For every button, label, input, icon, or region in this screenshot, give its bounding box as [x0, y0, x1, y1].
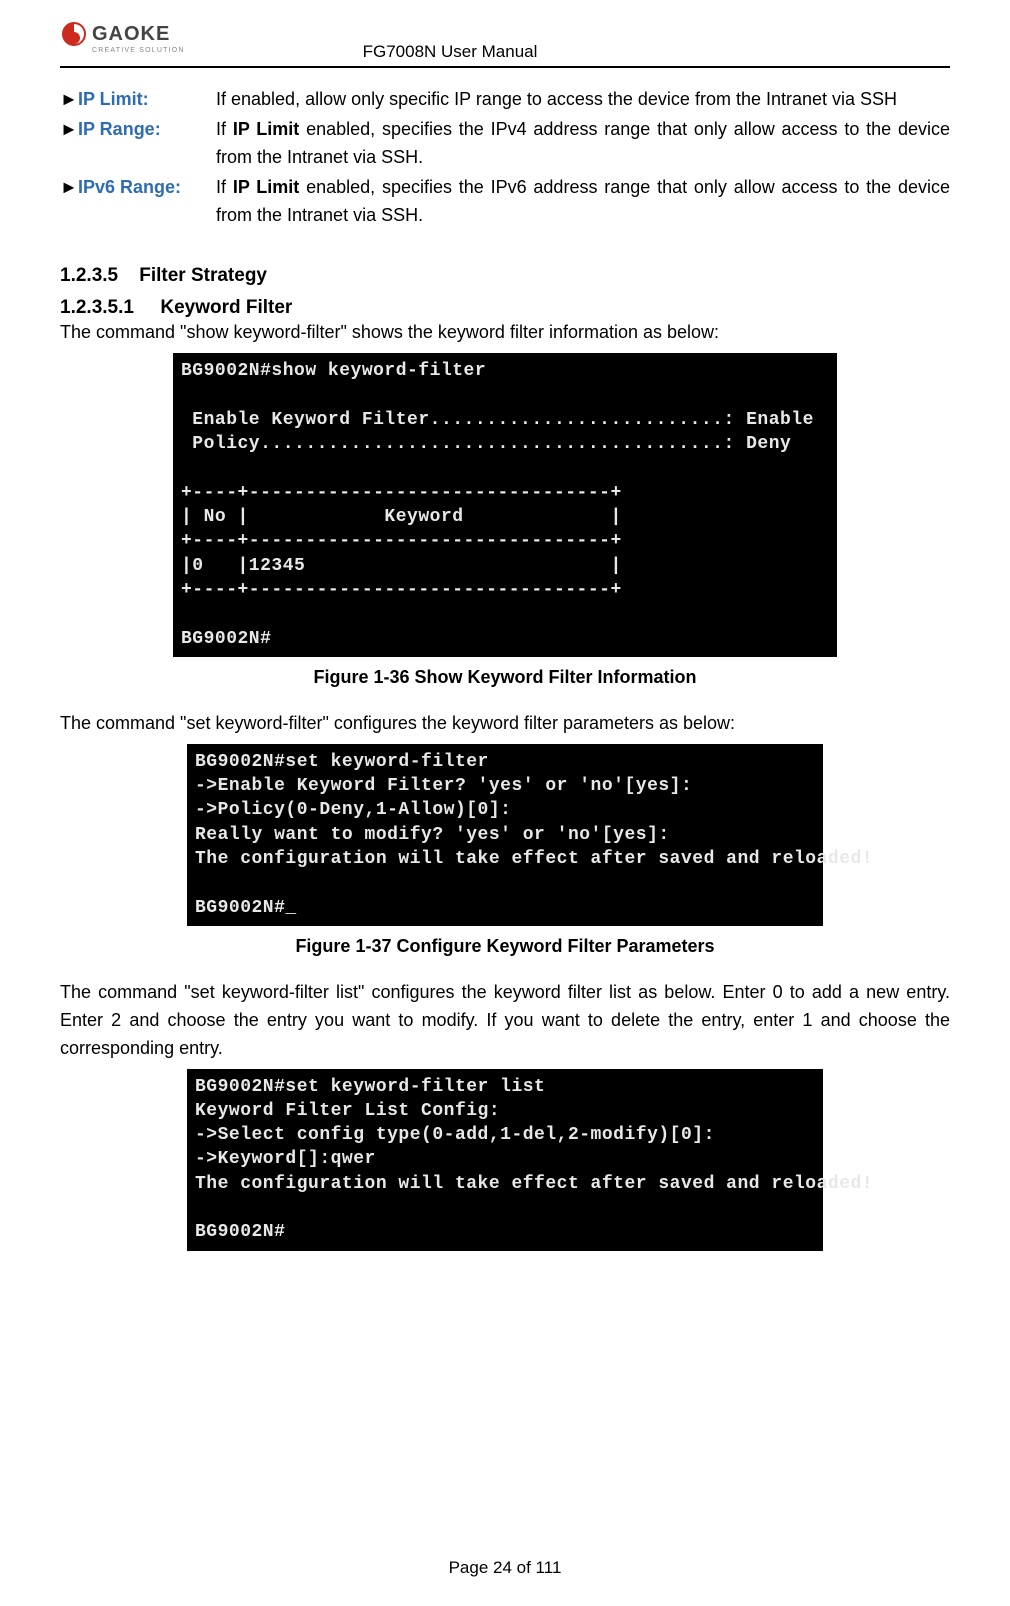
- arrow-icon: ►: [60, 116, 78, 172]
- terminal-output-show: BG9002N#show keyword-filter Enable Keywo…: [173, 353, 837, 657]
- text: enabled, specifies the IPv6 address rang…: [216, 177, 950, 225]
- paragraph: The command "set keyword-filter" configu…: [60, 710, 950, 738]
- bullet-ip-range: ► IP Range: If IP Limit enabled, specifi…: [60, 116, 950, 172]
- term-label: IPv6 Range:: [78, 174, 216, 230]
- bullet-ipv6-range: ► IPv6 Range: If IP Limit enabled, speci…: [60, 174, 950, 230]
- subsection-heading: 1.2.3.5.1 Keyword Filter: [60, 297, 950, 319]
- section-number: 1.2.3.5: [60, 265, 118, 286]
- page: GAOKE CREATIVE SOLUTION FG7008N User Man…: [0, 0, 1010, 1606]
- term-desc: If enabled, allow only specific IP range…: [216, 86, 950, 114]
- bold-text: IP Limit: [233, 119, 299, 139]
- terminal-output-list: BG9002N#set keyword-filter list Keyword …: [187, 1069, 823, 1251]
- term-desc: If IP Limit enabled, specifies the IPv6 …: [216, 174, 950, 230]
- page-header: GAOKE CREATIVE SOLUTION FG7008N User Man…: [60, 20, 950, 68]
- term-label: IP Range:: [78, 116, 216, 172]
- page-number: Page 24 of 111: [0, 1558, 1010, 1578]
- section-title: Filter Strategy: [139, 265, 267, 286]
- section-heading: 1.2.3.5 Filter Strategy: [60, 265, 950, 287]
- term-label: IP Limit:: [78, 86, 216, 114]
- text: enabled, specifies the IPv4 address rang…: [216, 119, 950, 167]
- bold-text: IP Limit: [233, 177, 299, 197]
- text: If: [216, 119, 233, 139]
- arrow-icon: ►: [60, 174, 78, 230]
- figure-caption: Figure 1-36 Show Keyword Filter Informat…: [60, 667, 950, 688]
- section-number: 1.2.3.5.1: [60, 297, 134, 318]
- paragraph: The command "show keyword-filter" shows …: [60, 319, 950, 347]
- paragraph: The command "set keyword-filter list" co…: [60, 979, 950, 1063]
- section-title: Keyword Filter: [160, 297, 292, 318]
- figure-caption: Figure 1-37 Configure Keyword Filter Par…: [60, 936, 950, 957]
- bullet-ip-limit: ► IP Limit: If enabled, allow only speci…: [60, 86, 950, 114]
- doc-title: FG7008N User Manual: [90, 42, 810, 62]
- definition-list: ► IP Limit: If enabled, allow only speci…: [60, 86, 950, 229]
- text: If: [216, 177, 233, 197]
- arrow-icon: ►: [60, 86, 78, 114]
- terminal-output-set: BG9002N#set keyword-filter ->Enable Keyw…: [187, 744, 823, 926]
- term-desc: If IP Limit enabled, specifies the IPv4 …: [216, 116, 950, 172]
